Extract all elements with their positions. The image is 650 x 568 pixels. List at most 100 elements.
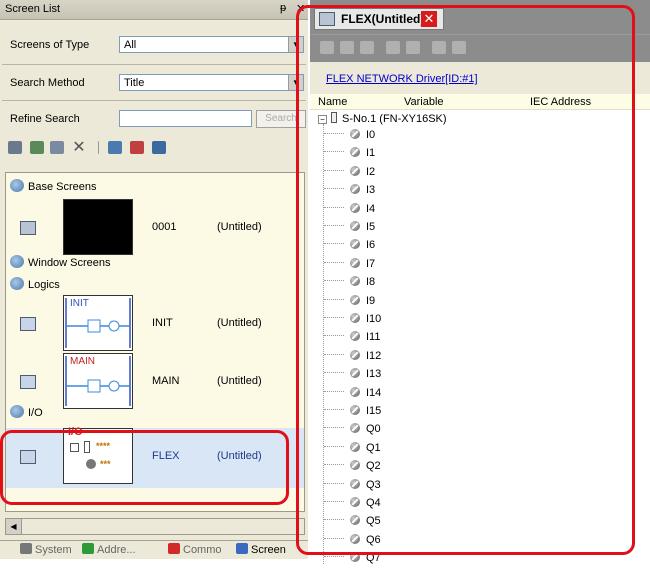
search-method-select[interactable]: Title ▼ (119, 74, 304, 91)
chevron-down-icon[interactable]: ▼ (288, 37, 303, 52)
search-method-value: Title (124, 77, 145, 89)
search-method-label: Search Method (10, 77, 85, 89)
tree-item[interactable]: I4 (324, 202, 376, 219)
horizontal-scrollbar[interactable]: ◀ (5, 518, 305, 535)
tab-system[interactable]: System (20, 543, 72, 559)
column-variable[interactable]: Variable (404, 96, 444, 108)
screen-jump-icon[interactable] (152, 141, 166, 154)
tree-line (324, 188, 344, 190)
tab-address[interactable]: Addre... (82, 543, 136, 559)
divider (2, 64, 306, 65)
tree-item[interactable]: I15 (324, 405, 381, 421)
screen-list-title: Screen List (5, 3, 61, 15)
io-variable-icon (350, 423, 360, 434)
cut-icon[interactable] (340, 41, 354, 54)
io-variable-icon (350, 368, 360, 379)
tree-line (324, 445, 344, 447)
tree-item-label: I3 (366, 184, 376, 197)
flex-toolbar (310, 34, 650, 62)
close-icon[interactable]: ✕ (296, 2, 305, 15)
list-item[interactable]: MAIN MAIN (Untitled) (6, 353, 304, 413)
tree-item[interactable]: Q5 (324, 515, 381, 531)
tab-title: FLEX(Untitled) (341, 12, 425, 26)
tree-root[interactable]: − S-No.1 (FN-XY16SK) (318, 112, 447, 128)
monitor-icon[interactable] (108, 141, 122, 154)
refine-search-label: Refine Search (10, 113, 80, 125)
link-icon[interactable] (386, 41, 400, 54)
tree-item[interactable]: I3 (324, 184, 375, 200)
tab-label: Commo (183, 544, 222, 556)
tree-item[interactable]: Q6 (324, 533, 381, 550)
category-window-screens[interactable]: Window Screens (10, 255, 111, 273)
tab-common[interactable]: Commo (168, 543, 222, 559)
close-icon[interactable]: ✕ (421, 11, 437, 27)
tree-item[interactable]: Q2 (324, 460, 381, 476)
screens-of-type-select[interactable]: All ▼ (119, 36, 304, 53)
tree-item[interactable]: I8 (324, 276, 375, 292)
tree-item[interactable]: I6 (324, 239, 375, 255)
tree-item[interactable]: Q0 (324, 423, 381, 439)
copy-icon[interactable] (30, 141, 44, 154)
io-variable-icon (350, 147, 360, 158)
tab-flex[interactable]: FLEX(Untitled) ✕ (314, 8, 444, 30)
tree-line (324, 427, 344, 429)
tree-item-label: I4 (366, 202, 376, 215)
io-variable-icon (350, 533, 360, 544)
category-base-screens[interactable]: Base Screens (10, 179, 96, 197)
tree-item[interactable]: I12 (324, 349, 381, 366)
tree-item[interactable]: I7 (324, 257, 375, 274)
tree-item-label: Q0 (366, 423, 381, 436)
refine-search-input[interactable] (119, 110, 252, 127)
scroll-left-icon[interactable]: ◀ (6, 519, 22, 534)
paste-icon[interactable] (360, 41, 374, 54)
tree-item[interactable]: I0 (324, 129, 375, 145)
tree-line (324, 409, 344, 410)
tree-item[interactable]: Q4 (324, 497, 381, 513)
list-item[interactable]: I/O **** *** FLEX (Untitled) (6, 426, 304, 488)
tree-item[interactable]: I1 (324, 147, 375, 163)
tab-label: Screen (251, 544, 286, 556)
export-icon[interactable] (452, 41, 466, 54)
category-logics[interactable]: Logics (10, 277, 60, 295)
import-icon[interactable] (432, 41, 446, 54)
tree-line (324, 133, 344, 134)
add-icon[interactable] (320, 41, 334, 54)
tree-item-label: I13 (366, 368, 382, 381)
list-item[interactable]: INIT INIT (Untitled) (6, 295, 304, 355)
screen-icon (236, 543, 248, 554)
pin-icon[interactable]: ᵽ (280, 2, 286, 14)
tree-item[interactable]: I5 (324, 221, 375, 237)
tree-item[interactable]: Q1 (324, 441, 381, 458)
tree-item[interactable]: I9 (324, 294, 375, 311)
properties-icon[interactable] (130, 141, 144, 154)
tree-item[interactable]: I10 (324, 313, 381, 329)
driver-link[interactable]: FLEX NETWORK Driver[ID:#1] (326, 73, 478, 85)
paste-icon[interactable] (50, 141, 64, 154)
new-screen-icon[interactable] (8, 141, 22, 154)
screen-list-panel: Screen List ᵽ ✕ Screens of Type All ▼ Se… (0, 0, 308, 559)
delete-icon[interactable] (406, 41, 420, 54)
column-name[interactable]: Name (318, 96, 347, 108)
collapse-icon[interactable]: − (318, 115, 327, 124)
tree-item[interactable]: I11 (324, 331, 380, 347)
category-io[interactable]: I/O (10, 405, 43, 423)
address-icon (82, 543, 94, 554)
common-icon (168, 543, 180, 554)
tree-item[interactable]: I14 (324, 386, 381, 403)
delete-icon[interactable]: ✕ (72, 140, 86, 156)
tree-item[interactable]: Q7 (324, 552, 381, 568)
column-iec-address[interactable]: IEC Address (530, 96, 591, 108)
tree-item[interactable]: Q3 (324, 478, 381, 495)
list-item[interactable]: 0001 (Untitled) (6, 199, 304, 259)
folder-globe-icon (10, 179, 24, 192)
tree-item[interactable]: I2 (324, 165, 375, 182)
device-icon (84, 441, 90, 453)
tab-screen[interactable]: Screen (236, 543, 286, 559)
tree-line (324, 556, 344, 558)
tree-item[interactable]: I13 (324, 368, 381, 384)
tree-line (324, 537, 344, 539)
chevron-down-icon[interactable]: ▼ (288, 75, 303, 90)
logic-icon (20, 317, 36, 331)
search-button[interactable]: Search (256, 110, 306, 128)
tree-root-label: S-No.1 (FN-XY16SK) (342, 113, 447, 125)
